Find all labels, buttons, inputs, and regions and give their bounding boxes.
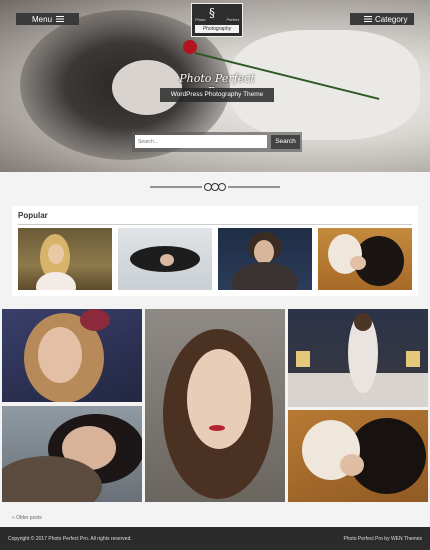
tile-lamp-left (296, 351, 310, 367)
hero-banner: Menu Category § Photo Perfect Photograph… (0, 0, 430, 172)
tile-head (354, 313, 372, 331)
thumb-face (160, 254, 174, 266)
thumb-shirt (36, 272, 76, 290)
popular-thumb-2[interactable] (118, 228, 212, 290)
thumb-fur (232, 262, 298, 290)
tile-lamp-right (406, 351, 420, 367)
tile-face (340, 454, 364, 476)
thumb-face (350, 256, 366, 270)
older-posts-link[interactable]: « Older posts (12, 515, 42, 521)
site-logo[interactable]: § Photo Perfect Photography (191, 3, 243, 37)
logo-word-right: Perfect (226, 17, 239, 22)
thumb-face (48, 244, 64, 264)
category-button-label: Category (375, 15, 408, 24)
popular-thumb-3[interactable] (218, 228, 312, 290)
gallery-tile-4[interactable] (2, 406, 142, 502)
popular-thumb-4[interactable] (318, 228, 412, 290)
logo-banner: Photography (195, 25, 239, 33)
gallery-tile-3[interactable] (288, 309, 428, 407)
footer-copyright: Copyright © 2017 Photo Perfect Pro. All … (8, 536, 132, 542)
search-button[interactable]: Search (271, 135, 300, 149)
popular-heading: Popular (18, 211, 48, 220)
thumb-face (254, 240, 274, 264)
logo-word-left: Photo (195, 17, 206, 22)
tile-lips (209, 425, 225, 431)
popular-thumb-1[interactable] (18, 228, 112, 290)
list-icon (364, 16, 372, 22)
site-footer: Copyright © 2017 Photo Perfect Pro. All … (0, 527, 430, 550)
footer-credit[interactable]: Photo Perfect Pro by WEN Themes (343, 536, 422, 542)
search-input[interactable] (135, 135, 267, 148)
gallery-tile-2[interactable] (145, 309, 285, 502)
category-button[interactable]: Category (350, 13, 414, 25)
tile-roses (80, 309, 110, 331)
popular-divider (18, 224, 412, 225)
search-form: Search (132, 132, 302, 152)
tile-face (38, 327, 82, 383)
gallery-tile-5[interactable] (288, 410, 428, 502)
gallery-tile-1[interactable] (2, 309, 142, 402)
hamburger-icon (56, 16, 64, 22)
tile-face (187, 349, 251, 449)
ornament-divider (150, 183, 280, 191)
popular-section: Popular (12, 206, 418, 296)
rose-icon (183, 40, 197, 54)
site-tagline: WordPress Photography Theme (160, 88, 274, 102)
menu-button-label: Menu (32, 15, 53, 24)
menu-button[interactable]: Menu (16, 13, 79, 25)
logo-swirl-icon: § (209, 6, 215, 20)
